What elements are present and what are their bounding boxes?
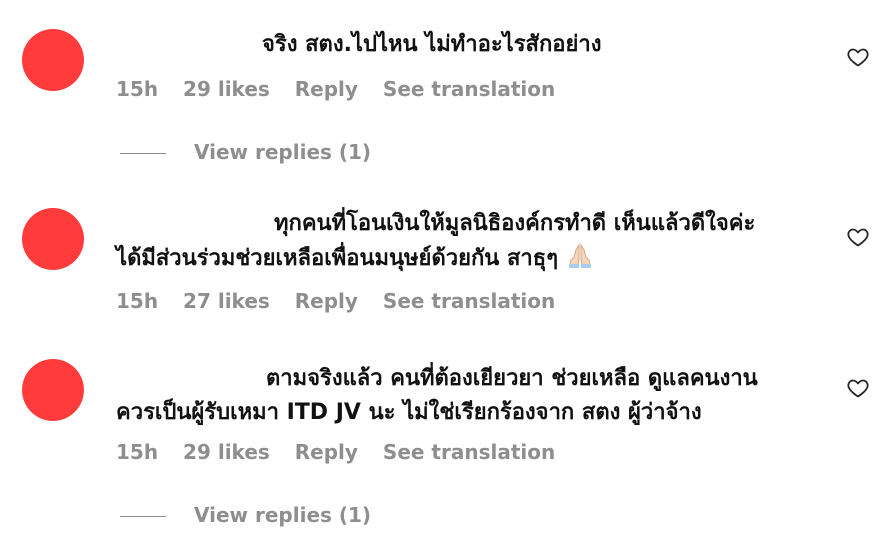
avatar[interactable] bbox=[22, 208, 84, 270]
replies-divider bbox=[120, 153, 166, 154]
comment-line-2: ได้มีส่วนร่วมช่วยเหลือเพื่อนมนุษย์ด้วยกั… bbox=[116, 241, 806, 276]
comment-text: ทุกคนที่โอนเงินให้มูลนิธิองค์กรทำดี เห็น… bbox=[116, 207, 806, 276]
comment-line: จริง สตง.ไปไหน ไม่ทำอะไรสักอย่าง bbox=[262, 32, 602, 57]
comment-line: ควรเป็นผู้รับเหมา ITD JV นะ ไม่ใช่เรียกร… bbox=[116, 400, 702, 425]
view-replies-button[interactable]: View replies (1) bbox=[120, 140, 371, 168]
comment-line: ตามจริงแล้ว คนที่ต้องเยียวยา ช่วยเหลือ ด… bbox=[266, 366, 758, 391]
comment-line: ได้มีส่วนร่วมช่วยเหลือเพื่อนมนุษย์ด้วยกั… bbox=[116, 246, 559, 271]
timestamp: 15h bbox=[116, 440, 159, 464]
heart-icon[interactable] bbox=[846, 45, 870, 69]
see-translation-button[interactable]: See translation bbox=[383, 289, 555, 313]
reply-button[interactable]: Reply bbox=[295, 289, 358, 313]
likes-count[interactable]: 29 likes bbox=[183, 440, 270, 464]
heart-icon[interactable] bbox=[846, 225, 870, 249]
view-replies-label[interactable]: View replies (1) bbox=[194, 140, 371, 164]
heart-icon[interactable] bbox=[846, 376, 870, 400]
likes-count[interactable]: 29 likes bbox=[183, 77, 270, 101]
timestamp: 15h bbox=[116, 77, 159, 101]
see-translation-button[interactable]: See translation bbox=[383, 77, 555, 101]
timestamp: 15h bbox=[116, 289, 159, 313]
comment-meta: 15h 29 likes Reply See translation bbox=[116, 77, 573, 105]
avatar[interactable] bbox=[22, 359, 84, 421]
see-translation-button[interactable]: See translation bbox=[383, 440, 555, 464]
comment-line: ทุกคนที่โอนเงินให้มูลนิธิองค์กรทำดี เห็น… bbox=[274, 211, 756, 236]
comment-meta: 15h 27 likes Reply See translation bbox=[116, 289, 573, 317]
comment-text: ตามจริงแล้ว คนที่ต้องเยียวยา ช่วยเหลือ ด… bbox=[116, 362, 806, 430]
view-replies-button[interactable]: View replies (1) bbox=[120, 503, 371, 531]
reply-button[interactable]: Reply bbox=[295, 77, 358, 101]
view-replies-label[interactable]: View replies (1) bbox=[194, 503, 371, 527]
replies-divider bbox=[120, 516, 166, 517]
comment-meta: 15h 29 likes Reply See translation bbox=[116, 440, 573, 468]
likes-count[interactable]: 27 likes bbox=[183, 289, 270, 313]
reply-button[interactable]: Reply bbox=[295, 440, 358, 464]
avatar[interactable] bbox=[22, 29, 84, 91]
comment-text: จริง สตง.ไปไหน ไม่ทำอะไรสักอย่าง bbox=[116, 28, 806, 62]
folded-hands-emoji bbox=[568, 243, 591, 268]
